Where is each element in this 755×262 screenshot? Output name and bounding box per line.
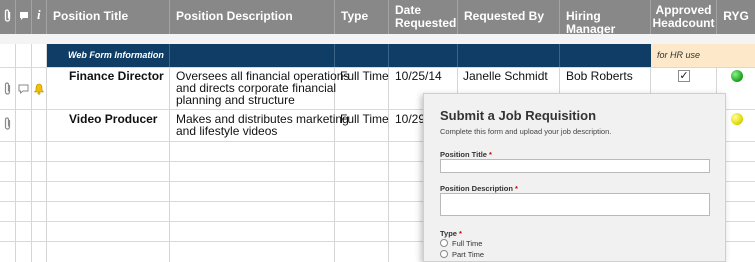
approved-headcount-header-label: Approved Headcount (651, 4, 716, 30)
position-title-input[interactable] (440, 159, 710, 173)
grid-line (15, 34, 16, 262)
hiring-manager-column-header[interactable]: Hiring Manager (560, 0, 651, 36)
type-cell[interactable]: Full Time (340, 70, 389, 82)
type-cell[interactable]: Full Time (340, 113, 389, 125)
date-requested-column-header[interactable]: Date Requested (389, 0, 458, 34)
bell-icon[interactable] (33, 83, 45, 95)
blank-row[interactable] (0, 34, 755, 44)
position-description-input[interactable] (440, 193, 710, 216)
description-line: and lifestyle videos (176, 124, 278, 138)
grid-line (334, 44, 335, 67)
requested-by-column-header[interactable]: Requested By (458, 0, 560, 34)
grid-line (46, 34, 47, 262)
comments-column-header[interactable] (16, 0, 32, 34)
form-title: Submit a Job Requisition (440, 108, 597, 123)
grid-line (169, 44, 170, 67)
type-full-time-label: Full Time (452, 239, 483, 248)
position-description-field-label: Position Description * (440, 184, 518, 193)
hiring-manager-header-label: Hiring Manager (566, 9, 616, 36)
grid-line (457, 44, 458, 67)
position-title-label-text: Position Title (440, 150, 487, 159)
approved-headcount-column-header[interactable]: Approved Headcount (651, 0, 717, 34)
position-description-column-header[interactable]: Position Description (170, 0, 335, 34)
info-icon: i (37, 7, 41, 22)
ryg-column-header[interactable]: RYG (717, 0, 755, 34)
required-marker: * (489, 150, 492, 159)
ryg-status-green[interactable] (731, 70, 743, 82)
grid-line (388, 44, 389, 67)
requisition-sheet: i Position Title Position Description Ty… (0, 0, 755, 262)
description-line: planning and structure (176, 93, 295, 107)
paperclip-icon[interactable] (3, 82, 13, 96)
section-label: Web Form Information (68, 50, 164, 60)
approved-checkbox[interactable]: ✓ (678, 70, 690, 82)
date-requested-header-label: Date Requested (395, 4, 456, 30)
type-label-text: Type (440, 229, 457, 238)
type-part-time-radio[interactable] (440, 250, 448, 258)
form-subtitle: Complete this form and upload your job d… (440, 127, 612, 136)
grid-line (559, 44, 560, 67)
position-description-label-text: Position Description (440, 184, 513, 193)
position-title-header-label: Position Title (53, 9, 129, 23)
required-marker: * (459, 229, 462, 238)
paperclip-icon (4, 9, 11, 22)
row-divider (0, 67, 755, 68)
ryg-header-label: RYG (723, 9, 749, 23)
position-title-cell[interactable]: Finance Director (69, 70, 164, 82)
comment-icon[interactable] (18, 84, 29, 94)
position-title-cell[interactable]: Video Producer (69, 113, 157, 125)
date-requested-cell[interactable]: 10/25/14 (395, 70, 442, 82)
job-requisition-form: Submit a Job Requisition Complete this f… (423, 93, 726, 262)
type-header-label: Type (341, 9, 369, 23)
info-column-header[interactable]: i (32, 0, 47, 34)
type-full-time-radio[interactable] (440, 239, 448, 247)
paperclip-icon[interactable] (3, 117, 13, 131)
grid-line (169, 34, 170, 262)
required-marker: * (515, 184, 518, 193)
position-description-cell[interactable]: Oversees all financial operations and di… (176, 70, 349, 106)
comment-icon (20, 12, 28, 20)
position-description-cell[interactable]: Makes and distributes marketing and life… (176, 113, 349, 137)
position-description-header-label: Position Description (176, 9, 293, 23)
grid-line (31, 34, 32, 262)
type-column-header[interactable]: Type (335, 0, 389, 34)
type-field-label: Type * (440, 229, 462, 238)
date-requested-header-line2: Requested (395, 16, 457, 30)
attachments-column-header[interactable] (0, 0, 16, 34)
ryg-status-yellow[interactable] (731, 113, 743, 125)
position-title-column-header[interactable]: Position Title (47, 0, 170, 34)
approved-headcount-header-line1: Approved (655, 3, 712, 17)
section-hr-label: for HR use (657, 50, 701, 60)
type-part-time-label: Part Time (452, 250, 485, 259)
hiring-manager-cell[interactable]: Bob Roberts (566, 70, 633, 82)
date-requested-header-line1: Date (395, 3, 422, 17)
position-title-field-label: Position Title * (440, 150, 492, 159)
approved-headcount-header-line2: Headcount (652, 16, 715, 30)
requested-by-header-label: Requested By (464, 9, 545, 23)
requested-by-cell[interactable]: Janelle Schmidt (463, 70, 548, 82)
